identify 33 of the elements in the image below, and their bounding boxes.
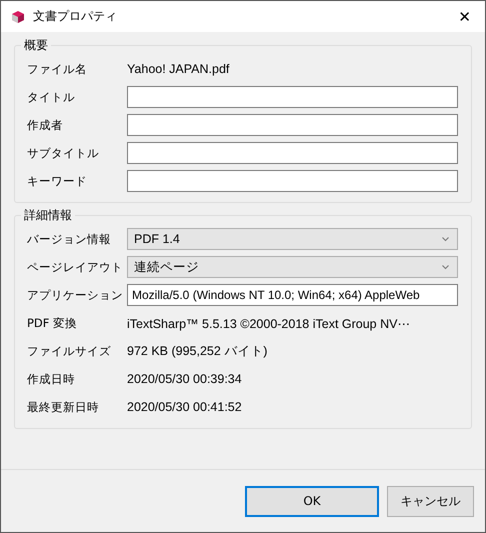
dropdown[interactable]: PDF 1.4 (127, 228, 458, 250)
input-field[interactable] (127, 142, 458, 164)
dropdown[interactable]: 連続ページ (127, 256, 458, 278)
group-title: 概要 (21, 37, 51, 54)
input-field[interactable] (127, 114, 458, 136)
window-title: 文書プロパティ (33, 8, 118, 25)
field-label: キーワード (27, 174, 88, 188)
field-label: ファイルサイズ (27, 344, 112, 358)
ok-button[interactable]: OK (245, 486, 379, 516)
field-label: ページレイアウト (27, 260, 124, 274)
field-label: サブタイトル (27, 146, 100, 160)
field-label: 最終更新日時 (27, 400, 100, 414)
field-value: Yahoo! JAPAN.pdf (127, 62, 230, 76)
field-value: 972 KB (995,252 バイト) (127, 342, 268, 360)
field-label: ファイル名 (27, 62, 88, 76)
field-value: iTextSharp™ 5.5.13 ©2000-2018 iText Group NV⋯ (127, 316, 410, 330)
input-field[interactable]: Mozilla/5.0 (Windows NT 10.0; Win64; x64) AppleWeb (127, 284, 458, 306)
field-label: タイトル (27, 90, 76, 104)
cancel-button[interactable]: キャンセル (387, 486, 474, 516)
close-icon[interactable]: ✕ (458, 8, 475, 26)
chevron-down-icon (442, 236, 449, 242)
field-label: 作成者 (27, 118, 64, 132)
input-field[interactable] (127, 170, 458, 192)
field-label: アプリケーション (27, 288, 124, 302)
app-icon (11, 10, 25, 24)
field-value: 2020/05/30 00:39:34 (127, 372, 242, 386)
group-title: 詳細情報 (21, 207, 75, 224)
field-value: 2020/05/30 00:41:52 (127, 400, 242, 414)
field-label: バージョン情報 (27, 232, 112, 246)
input-field[interactable] (127, 86, 458, 108)
chevron-down-icon (442, 264, 449, 270)
field-label: 作成日時 (27, 372, 76, 386)
field-label: PDF 変換 (27, 316, 78, 330)
